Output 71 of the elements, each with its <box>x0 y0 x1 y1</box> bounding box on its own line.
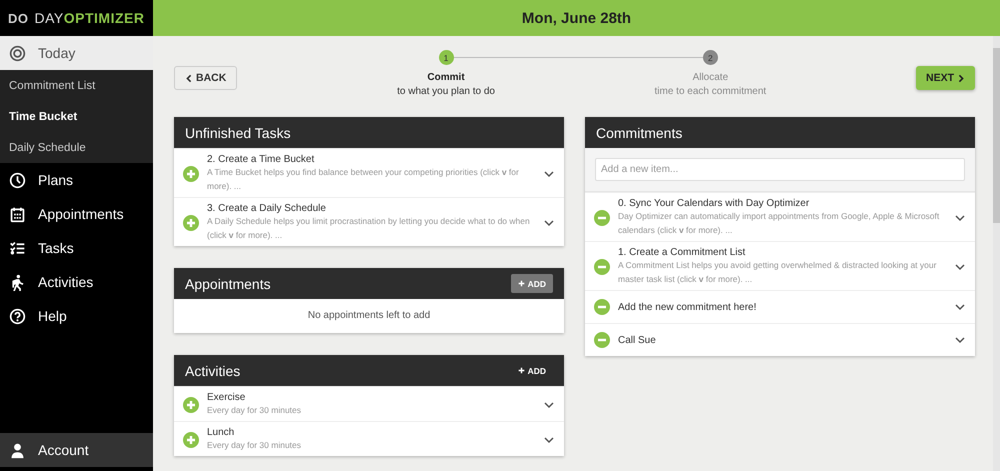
plus-circle-icon[interactable] <box>183 396 199 412</box>
chevron-down-icon[interactable] <box>544 400 554 410</box>
card-title: Appointments <box>185 276 271 292</box>
add-button[interactable]: ADD <box>510 361 553 380</box>
step-number: 2 <box>702 50 718 65</box>
back-button[interactable]: BACK <box>174 66 238 90</box>
checklist-icon <box>9 240 26 256</box>
chevron-down-icon[interactable] <box>955 335 965 345</box>
person-icon <box>9 442 26 458</box>
minus-circle-icon[interactable] <box>594 258 610 274</box>
new-item-field[interactable]: Add a new item... <box>595 158 965 181</box>
item-title: Exercise <box>207 392 246 403</box>
add-button[interactable]: ADD <box>510 274 553 293</box>
chevron-down-icon[interactable] <box>544 218 554 228</box>
card-title: Activities <box>185 362 240 378</box>
help-icon <box>9 308 26 324</box>
item-title: Add the new commitment here! <box>618 302 758 312</box>
plus-circle-icon[interactable] <box>183 214 199 230</box>
chevron-down-icon[interactable] <box>544 434 554 444</box>
empty-message: No appointments left to add <box>306 309 432 323</box>
scrollbar-thumb[interactable] <box>993 48 1000 223</box>
item-title: 0. Sync Your Calendars with Day Optimizer <box>618 198 810 209</box>
clock-icon <box>9 172 26 188</box>
item-description: Every day for 30 minutes <box>207 404 302 417</box>
calendar-icon <box>9 206 26 222</box>
date-title: Mon, June 28th <box>522 10 632 26</box>
nav-item[interactable]: Help <box>0 299 153 333</box>
nav-subitem[interactable]: Daily Schedule <box>0 132 153 163</box>
chevron-right-icon <box>957 74 965 82</box>
nav-item[interactable]: Tasks <box>0 231 153 265</box>
nav-subitem[interactable]: Time Bucket <box>0 101 153 132</box>
item-title: 1. Create a Commitment List <box>618 247 746 258</box>
item-description: Day Optimizer can automatically import appointments from Google, Apple & Microsoft calendars (click v for more). ... <box>618 210 940 237</box>
target-icon <box>9 44 26 62</box>
item-description: A Time Bucket helps you find balance between your competing priorities (click v for more). ... <box>207 166 520 193</box>
account-item[interactable]: Account <box>0 433 153 467</box>
nav-subitem[interactable]: Commitment List <box>0 70 153 101</box>
nav-item[interactable]: Today <box>0 36 153 70</box>
chevron-down-icon[interactable] <box>955 212 965 222</box>
nav-item[interactable]: Activities <box>0 265 153 299</box>
item-description: A Commitment List helps you avoid getting overwhelmed & distracted looking at your master task list (click v for more). ... <box>618 259 938 286</box>
step-subtitle: to what you plan to do <box>397 86 495 97</box>
item-title: Lunch <box>207 427 236 438</box>
logo-text: OPTIMIZER <box>64 10 144 26</box>
item-description: Every day for 30 minutes <box>207 439 302 452</box>
chevron-down-icon[interactable] <box>544 168 554 178</box>
plus-circle-icon[interactable] <box>183 432 199 448</box>
chevron-down-icon[interactable] <box>955 302 965 312</box>
plus-icon <box>518 367 525 374</box>
item-title: 2. Create a Time Bucket <box>207 154 316 165</box>
minus-circle-icon[interactable] <box>594 299 610 315</box>
plus-circle-icon[interactable] <box>183 166 199 182</box>
step-number: 1 <box>438 50 454 65</box>
card-title: Commitments <box>596 124 682 140</box>
item-description: A Daily Schedule helps you limit procrastination by letting you decide what to do when (click v for more). ... <box>207 215 530 242</box>
step-subtitle: time to each commitment <box>654 86 766 97</box>
item-title: Call Sue <box>618 334 657 346</box>
chevron-left-icon <box>185 74 193 82</box>
item-title: 3. Create a Daily Schedule <box>207 203 327 214</box>
nav-item[interactable]: Plans <box>0 163 153 197</box>
step-title: Commit <box>427 72 465 83</box>
card-title: Unfinished Tasks <box>185 124 291 140</box>
minus-circle-icon[interactable] <box>594 332 610 348</box>
chevron-down-icon[interactable] <box>955 262 965 272</box>
nav-item[interactable]: Appointments <box>0 197 153 231</box>
logo-text: DAY <box>34 10 64 26</box>
step-title: Allocate <box>692 72 728 83</box>
minus-circle-icon[interactable] <box>594 210 610 226</box>
logo-mark: DO <box>8 10 28 26</box>
next-button[interactable]: NEXT <box>916 66 975 90</box>
plus-icon <box>518 280 525 287</box>
